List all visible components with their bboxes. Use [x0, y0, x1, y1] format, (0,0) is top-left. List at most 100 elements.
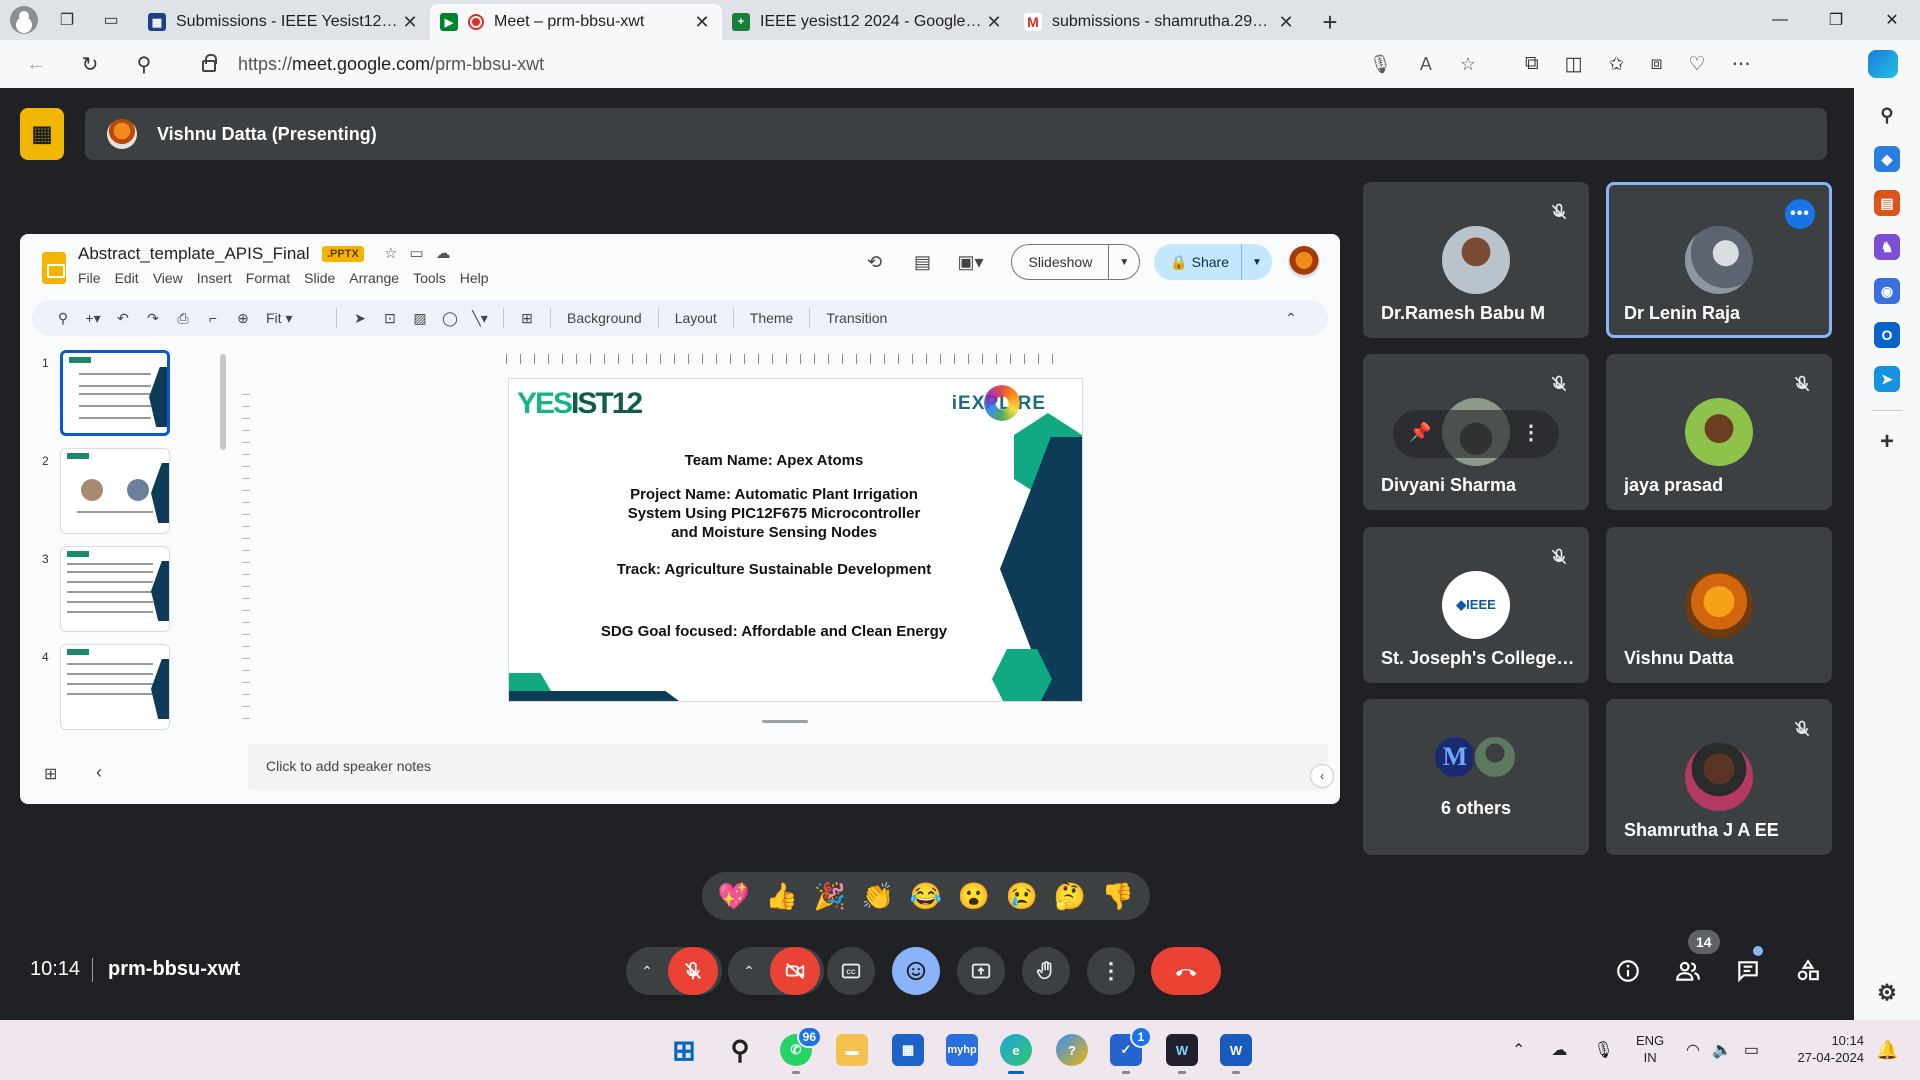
more-options-button[interactable]: ⋮ [1087, 947, 1135, 995]
tab-actions-icon[interactable]: ▭ [96, 5, 126, 35]
close-tab-icon[interactable]: ✕ [400, 12, 420, 33]
mic-toggle-button[interactable] [668, 947, 718, 995]
pin-icon[interactable]: 📌 [1409, 422, 1431, 443]
input-language[interactable]: ENG IN [1636, 1032, 1664, 1066]
start-menu-icon[interactable]: ⊞ [668, 1034, 700, 1066]
sidebar-search-icon[interactable]: ⚲ [1874, 102, 1900, 128]
more-vert-icon[interactable]: ⋮ [1521, 420, 1541, 445]
reaction-thinking[interactable]: 🤔 [1054, 881, 1086, 912]
leave-call-button[interactable] [1151, 947, 1221, 995]
sidebar-m365-icon[interactable]: ◉ [1874, 278, 1900, 304]
myhp-icon[interactable]: myhp [946, 1034, 978, 1066]
collections-icon[interactable]: ⧈ [1650, 53, 1662, 75]
captions-button[interactable]: CC [827, 947, 875, 995]
file-explorer-icon[interactable]: ▬ [836, 1034, 868, 1066]
close-tab-icon[interactable]: ✕ [1276, 12, 1296, 33]
meeting-details-button[interactable] [1612, 955, 1644, 987]
tab-google-sheets[interactable]: + IEEE yesist12 2024 - Google Shee ✕ [722, 4, 1014, 40]
split-screen-icon[interactable]: ◫ [1565, 53, 1583, 76]
raise-hand-button[interactable] [1022, 947, 1070, 995]
tab-gmail[interactable]: M submissions - shamrutha.2905@ ✕ [1014, 4, 1306, 40]
mic-off-icon [1790, 717, 1814, 741]
battery-icon[interactable]: ▭ [1744, 1040, 1759, 1060]
microphone-tray-icon[interactable]: 🎙 [1593, 1040, 1613, 1060]
extensions-icon[interactable]: ⧉ [1525, 53, 1539, 75]
more-menu-icon[interactable]: ⋯ [1732, 53, 1751, 76]
sidebar-add-icon[interactable]: + [1874, 428, 1900, 455]
read-aloud-icon[interactable]: A [1420, 54, 1432, 75]
participant-tile[interactable]: 📌 ⋮ Divyani Sharma [1363, 354, 1589, 510]
participant-tile[interactable]: Vishnu Datta [1606, 527, 1832, 683]
reaction-thumbs-down[interactable]: 👎 [1102, 881, 1134, 912]
profile-icon[interactable] [10, 6, 38, 34]
search-icon[interactable]: ⚲ [126, 46, 162, 82]
participant-tile[interactable]: jaya prasad [1606, 354, 1832, 510]
tab-meet[interactable]: ▶ Meet – prm-bbsu-xwt ✕ [430, 4, 722, 40]
close-window-icon[interactable]: ✕ [1864, 0, 1920, 40]
volume-icon[interactable]: 🔈 [1712, 1040, 1732, 1060]
edge-icon[interactable]: e [1000, 1034, 1032, 1074]
cloud-sync-icon[interactable]: ☁ [1551, 1040, 1567, 1060]
taskbar-clock[interactable]: 10:14 27-04-2024 [1784, 1032, 1865, 1066]
stop-presenting-icon[interactable]: ▦ [20, 108, 64, 160]
participant-tile[interactable]: ••• Dr Lenin Raja [1606, 182, 1832, 338]
favorites-icon[interactable]: ✩ [1609, 53, 1625, 76]
word-icon[interactable]: W [1220, 1034, 1252, 1074]
favorite-star-icon[interactable]: ☆ [1460, 54, 1476, 75]
video-settings-chevron-icon[interactable]: ⌃ [728, 963, 770, 980]
sidebar-tools-icon[interactable]: ▤ [1874, 190, 1900, 216]
reaction-surprised[interactable]: 😮 [958, 881, 990, 912]
tab-ieee-submissions[interactable]: ▦ Submissions - IEEE Yesist12 2024 ✕ [138, 4, 430, 40]
workspaces-icon[interactable]: ❐ [52, 5, 82, 35]
participant-tile[interactable]: ◆IEEE St. Joseph's College ... [1363, 527, 1589, 683]
participant-tile[interactable]: Shamrutha J A EE [1606, 699, 1832, 855]
reaction-thumbs-up[interactable]: 👍 [766, 881, 798, 912]
thumb-text-line [67, 673, 153, 675]
sidebar-games-icon[interactable]: ♞ [1874, 234, 1900, 260]
reactions-button[interactable] [892, 947, 940, 995]
wifi-icon[interactable]: ◠ [1686, 1040, 1700, 1060]
vertical-ruler [242, 394, 250, 724]
todo-icon[interactable]: ✓ 1 [1110, 1026, 1152, 1074]
close-tab-icon[interactable]: ✕ [692, 12, 712, 33]
maximize-icon[interactable]: ❐ [1808, 0, 1864, 40]
slides-top-actions: ⟲ ▤ ▣▾ Slideshow ▼ 🔒 Share ▼ [859, 242, 1340, 282]
back-icon[interactable]: ← [18, 46, 54, 82]
webex-icon[interactable]: W [1166, 1034, 1198, 1074]
show-hidden-icons-icon[interactable]: ⌃ [1512, 1040, 1525, 1060]
refresh-icon[interactable]: ↻ [72, 46, 108, 82]
copilot-icon[interactable] [1868, 50, 1898, 78]
new-tab-button[interactable]: + [1312, 4, 1348, 40]
camera-toggle-button[interactable] [770, 947, 820, 995]
microsoft-store-icon[interactable]: ▦ [892, 1034, 924, 1066]
address-bar-row: ← ↻ ⚲ https://meet.google.com/prm-bbsu-x… [0, 40, 1920, 88]
microphone-icon[interactable]: 🎙 [1369, 54, 1392, 75]
activities-button[interactable] [1792, 955, 1824, 987]
sidebar-send-icon[interactable]: ➤ [1874, 366, 1900, 392]
reaction-party[interactable]: 🎉 [814, 881, 846, 912]
performance-icon[interactable]: ♡ [1689, 53, 1706, 76]
present-screen-button[interactable] [957, 947, 1005, 995]
others-tile[interactable]: M 6 others [1363, 699, 1589, 855]
close-tab-icon[interactable]: ✕ [984, 12, 1004, 33]
audio-settings-chevron-icon[interactable]: ⌃ [626, 963, 668, 980]
lock-icon[interactable] [202, 54, 217, 72]
chat-button[interactable] [1732, 955, 1764, 987]
whatsapp-icon[interactable]: ✆ 96 [780, 1026, 822, 1074]
reaction-clap[interactable]: 👏 [862, 881, 894, 912]
reaction-sad[interactable]: 😢 [1006, 881, 1038, 912]
sidebar-settings-icon[interactable]: ⚙ [1874, 980, 1900, 1006]
people-button[interactable] [1672, 955, 1704, 987]
more-options-icon[interactable]: ••• [1785, 199, 1815, 229]
reaction-heart[interactable]: 💖 [718, 881, 750, 912]
notification-bell-icon[interactable]: 🔔 [1876, 1020, 1898, 1080]
taskbar-search-icon[interactable]: ⚲ [724, 1034, 756, 1066]
copilot-taskbar-icon[interactable]: ? [1056, 1034, 1088, 1066]
url-input[interactable]: https://meet.google.com/prm-bbsu-xwt 🎙 A… [180, 45, 1490, 83]
minimize-icon[interactable]: — [1752, 0, 1808, 40]
sidebar-shopping-icon[interactable]: ◆ [1874, 146, 1900, 172]
reaction-laugh[interactable]: 😂 [910, 881, 942, 912]
participant-tile[interactable]: Dr.Ramesh Babu M [1363, 182, 1589, 338]
sidebar-outlook-icon[interactable]: O [1874, 322, 1900, 348]
thumb-text-line [67, 571, 153, 573]
